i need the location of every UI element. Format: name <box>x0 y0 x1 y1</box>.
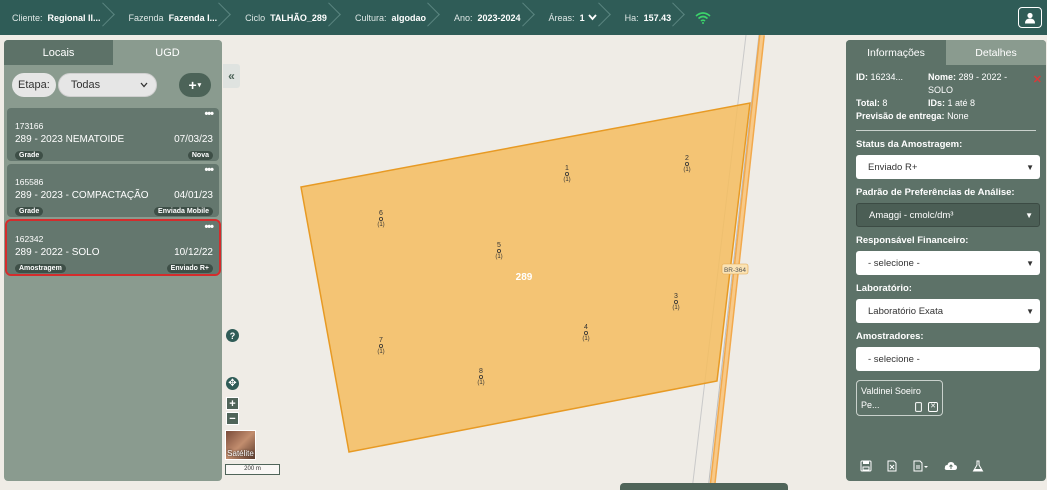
sample-point-count: (1) <box>495 254 502 260</box>
more-icon[interactable]: ••• <box>204 221 214 233</box>
breadcrumb-ciclo[interactable]: Ciclo TALHÃO_289 <box>233 0 343 35</box>
type-badge: Amostragem <box>15 264 66 273</box>
zoom-out-button[interactable]: − <box>226 412 239 425</box>
laboratorio-select[interactable]: Laboratório Exata ▼ <box>856 299 1040 323</box>
sample-point-number: 6 <box>379 210 383 217</box>
caret-down-icon: ▾ <box>197 82 202 89</box>
amostradores-input[interactable]: - selecione - <box>856 347 1040 371</box>
panel-toolbar <box>846 451 1046 481</box>
sample-point-count: (1) <box>672 305 679 311</box>
etapa-label: Etapa: <box>12 73 56 97</box>
sample-point-number: 4 <box>584 324 588 331</box>
type-badge: Grade <box>15 151 44 160</box>
sample-point-number: 3 <box>674 293 678 300</box>
double-chevron-left-icon: « <box>228 69 235 83</box>
map-canvas[interactable]: BR-364 289 1 (1) 2 (1) 3 (1) 4 (1) 5 (1) 6 (1) 7 (1) 8… <box>222 34 843 490</box>
bottom-drawer-handle[interactable] <box>620 483 788 490</box>
amostrador-chip: Valdinei Soeiro Pe... ✕ <box>856 380 943 416</box>
wifi-icon <box>695 11 711 24</box>
sample-point-count: (1) <box>582 336 589 342</box>
move-icon: ✥ <box>228 378 237 389</box>
sample-point-number: 7 <box>379 337 383 344</box>
excel-icon[interactable] <box>886 460 898 472</box>
divider <box>856 130 1036 131</box>
top-bar: Cliente: Regional Il... Fazenda Fazenda I.… <box>0 0 1047 35</box>
sample-point-count: (1) <box>477 380 484 386</box>
breadcrumb-cliente[interactable]: Cliente: Regional Il... <box>0 0 117 35</box>
scale-bar: 200 m <box>225 464 280 475</box>
sample-point-count: (1) <box>377 349 384 355</box>
sample-point-number: 5 <box>497 242 501 249</box>
padrao-label: Padrão de Preferências de Análise: <box>856 187 1015 198</box>
cloud-upload-icon[interactable] <box>944 460 958 472</box>
save-icon[interactable] <box>860 460 872 472</box>
status-label: Status da Amostragem: <box>856 139 963 150</box>
svg-text:BR-364: BR-364 <box>724 267 746 274</box>
chevron-down-icon <box>140 82 148 88</box>
phone-icon[interactable] <box>913 402 923 412</box>
satellite-toggle[interactable]: Satélite <box>225 430 256 460</box>
breadcrumb-ano[interactable]: Ano: 2023-2024 <box>442 0 537 35</box>
chevron-down-icon: ▼ <box>1026 162 1034 172</box>
status-select[interactable]: Enviado R+ ▼ <box>856 155 1040 179</box>
more-icon[interactable]: ••• <box>204 108 214 120</box>
add-button[interactable]: + ▾ <box>178 73 211 97</box>
left-panel: Locais UGD Etapa: Todas + ▾ ••• 173166 28… <box>4 40 222 481</box>
breadcrumb-ha: Ha: 157.43 <box>613 0 688 35</box>
status-badge: Nova <box>187 151 213 160</box>
flask-icon[interactable] <box>972 460 984 472</box>
laboratorio-label: Laboratório: <box>856 283 912 294</box>
sample-point-count: (1) <box>377 222 384 228</box>
user-button[interactable] <box>1018 7 1042 28</box>
field-label: 289 <box>516 272 533 283</box>
breadcrumb-cultura[interactable]: Cultura: algodao <box>343 0 442 35</box>
road-label: BR-364 <box>721 263 749 275</box>
status-badge: Enviada Mobile <box>154 207 213 216</box>
breadcrumb-areas[interactable]: Áreas: 1 <box>537 0 613 35</box>
file-menu-icon[interactable] <box>912 460 930 472</box>
more-icon[interactable]: ••• <box>204 164 214 176</box>
help-button[interactable]: ? <box>226 329 239 342</box>
responsavel-select[interactable]: - selecione - ▼ <box>856 251 1040 275</box>
list-item[interactable]: ••• 165586 289 - 2023 - COMPACTAÇÃO 04/01… <box>7 164 219 217</box>
chevron-down-icon: ▼ <box>1026 306 1034 316</box>
tab-ugd[interactable]: UGD <box>113 40 222 65</box>
collapse-panel-button[interactable]: « <box>223 64 240 88</box>
etapa-select[interactable]: Todas <box>57 73 157 97</box>
sample-point-count: (1) <box>683 167 690 173</box>
tab-detalhes[interactable]: Detalhes <box>946 40 1046 65</box>
tab-locais[interactable]: Locais <box>4 40 113 65</box>
chevron-down-icon <box>587 14 597 21</box>
tab-informacoes[interactable]: Informações <box>846 40 946 65</box>
user-icon <box>1025 12 1035 23</box>
chevron-down-icon: ▼ <box>1026 258 1034 268</box>
map-area[interactable]: BR-364 289 1 (1) 2 (1) 3 (1) 4 (1) 5 (1) 6 (1) 7 (1) 8… <box>222 34 843 490</box>
right-panel: Informações Detalhes ✕ ID: 16234... Nome… <box>846 40 1046 481</box>
padrao-select[interactable]: Amaggi - cmolc/dm³ ▼ <box>856 203 1040 227</box>
status-badge: Enviado R+ <box>166 264 213 273</box>
sample-point-number: 8 <box>479 368 483 375</box>
move-button[interactable]: ✥ <box>226 377 239 390</box>
zoom-in-button[interactable]: + <box>226 397 239 410</box>
responsavel-label: Responsável Financeiro: <box>856 235 969 246</box>
type-badge: Grade <box>15 207 44 216</box>
remove-icon[interactable]: ✕ <box>928 402 938 412</box>
list-item-selected[interactable]: ••• 162342 289 - 2022 - SOLO 10/12/22 Amo… <box>5 219 221 276</box>
sample-point-count: (1) <box>563 177 570 183</box>
sample-point-number: 1 <box>565 165 569 172</box>
chevron-down-icon: ▼ <box>1025 210 1033 220</box>
amostradores-label: Amostradores: <box>856 331 924 342</box>
sample-point-number: 2 <box>685 155 689 162</box>
close-icon[interactable]: ✕ <box>1033 73 1042 86</box>
breadcrumb-fazenda[interactable]: Fazenda Fazenda I... <box>117 0 234 35</box>
list-item[interactable]: ••• 173166 289 - 2023 NEMATOIDE 07/03/23 … <box>7 108 219 161</box>
